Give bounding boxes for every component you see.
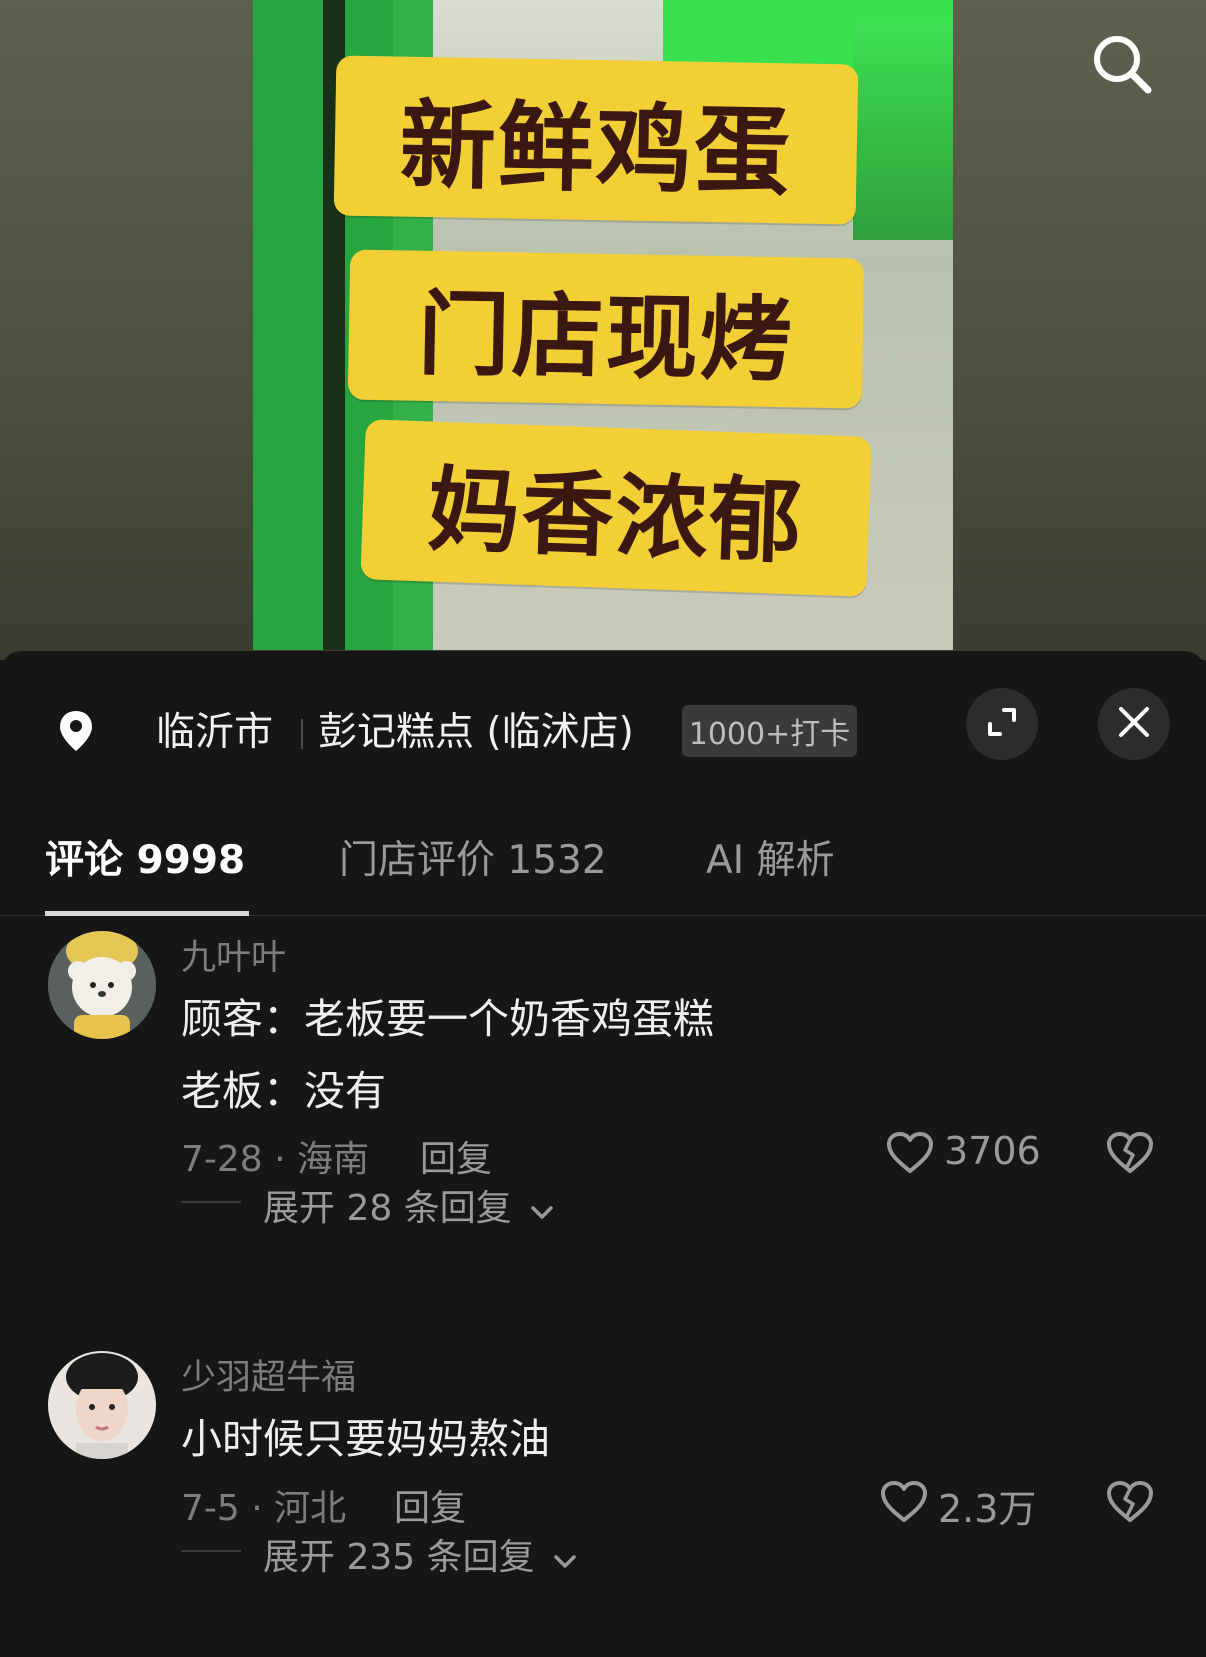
reply-button[interactable]: 回复: [420, 1130, 492, 1182]
comment-username[interactable]: 少羽超牛福: [181, 1349, 356, 1400]
checkin-badge: 1000+打卡: [682, 705, 857, 757]
tab-active-indicator: [45, 911, 249, 916]
tab-ai-analysis[interactable]: AI 解析: [706, 829, 835, 885]
heart-icon[interactable]: [880, 1480, 928, 1528]
expand-icon: [984, 704, 1020, 744]
comment-meta: 7-28 · 海南: [181, 1139, 370, 1180]
location-shop-name[interactable]: 彭记糕点 (临沭店): [318, 701, 634, 757]
divider: [301, 719, 303, 749]
expand-replies-label: 展开 28 条回复: [263, 1188, 512, 1229]
video-area[interactable]: 新鲜鸡蛋 门店现烤 妈香浓郁: [0, 0, 1206, 660]
comment-item: 九叶叶 顾客：老板要一个奶香鸡蛋糕 老板：没有 7-28 · 海南 回复 370…: [0, 931, 1206, 1261]
chevron-down-icon: [529, 1190, 555, 1231]
expand-replies-button[interactable]: 展开 28 条回复: [263, 1179, 555, 1231]
video-frame: 新鲜鸡蛋 门店现烤 妈香浓郁: [253, 0, 953, 650]
background-green-band: [853, 20, 953, 240]
comment-text-line: 顾客：老板要一个奶香鸡蛋糕: [181, 995, 714, 1043]
divider: [181, 1550, 241, 1552]
expand-replies-label: 展开 235 条回复: [263, 1537, 535, 1578]
comment-meta: 7-5 · 河北: [181, 1488, 347, 1529]
comment-text-line: 老板：没有: [181, 1067, 386, 1115]
expand-replies-button[interactable]: 展开 235 条回复: [263, 1528, 578, 1580]
close-button[interactable]: [1098, 688, 1170, 760]
close-icon: [1117, 705, 1151, 743]
avatar[interactable]: [48, 1351, 156, 1459]
location-city[interactable]: 临沂市: [156, 701, 273, 757]
heart-icon[interactable]: [886, 1131, 934, 1179]
search-icon[interactable]: [1090, 32, 1154, 96]
expand-button[interactable]: [966, 688, 1038, 760]
divider: [181, 1201, 241, 1203]
comment-item: 少羽超牛福 小时候只要妈妈熬油 7-5 · 河北 回复 2.3万 展开 235 …: [0, 1351, 1206, 1651]
sign-line-3: 妈香浓郁: [360, 419, 872, 597]
avatar[interactable]: [48, 931, 156, 1039]
tab-store-reviews[interactable]: 门店评价 1532: [339, 829, 607, 885]
broken-heart-icon[interactable]: [1106, 1131, 1154, 1179]
sign-line-1: 新鲜鸡蛋: [333, 55, 859, 225]
broken-heart-icon[interactable]: [1106, 1480, 1154, 1528]
like-count: 3706: [944, 1129, 1041, 1173]
reply-button[interactable]: 回复: [394, 1479, 466, 1531]
location-bar[interactable]: 临沂市 彭记糕点 (临沭店) 1000+打卡: [0, 688, 1206, 760]
comment-text-line: 小时候只要妈妈熬油: [181, 1415, 550, 1463]
sign-line-2: 门店现烤: [347, 249, 865, 409]
comment-username[interactable]: 九叶叶: [181, 929, 286, 980]
comment-sheet: 临沂市 彭记糕点 (临沭店) 1000+打卡 评论 9998 门店评价 1532: [0, 651, 1206, 1657]
like-count: 2.3万: [938, 1487, 1037, 1531]
tab-comments[interactable]: 评论 9998: [45, 829, 245, 885]
location-pin-icon: [58, 709, 94, 753]
chevron-down-icon: [552, 1539, 578, 1580]
tab-bar: 评论 9998 门店评价 1532 AI 解析: [0, 813, 1206, 916]
